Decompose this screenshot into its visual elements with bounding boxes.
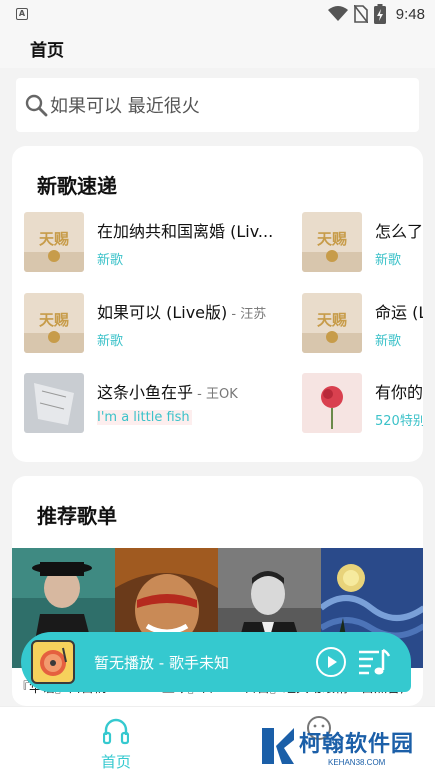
watermark-text: 柯翰软件园	[299, 732, 415, 757]
song-title: 有你的	[375, 383, 423, 402]
player-status-text: 暂无播放 - 歌手未知	[94, 654, 229, 672]
song-item[interactable]: 天赐 在加纳共和国离婚 (Liv... 新歌	[24, 212, 294, 274]
svg-text:天赐: 天赐	[317, 230, 347, 248]
play-icon[interactable]	[315, 646, 347, 678]
battery-charging-icon	[373, 4, 386, 24]
search-input[interactable]: 如果可以 最近很火	[50, 92, 200, 118]
song-tag: 新歌	[375, 334, 402, 349]
headphones-icon	[103, 718, 129, 745]
playlist-icon[interactable]	[357, 646, 391, 678]
song-cover: 天赐	[24, 212, 84, 272]
status-time: 9:48	[395, 5, 425, 23]
song-title: 命运 (L	[375, 303, 423, 322]
song-tag: 新歌	[97, 253, 124, 268]
song-title: 这条小鱼在乎 - 王OK	[97, 383, 238, 402]
app-notification-icon: A	[16, 8, 28, 20]
svg-text:天赐: 天赐	[39, 230, 69, 248]
watermark-logo-icon	[262, 728, 294, 764]
song-tag: 新歌	[375, 253, 402, 268]
song-title: 怎么了	[375, 222, 423, 241]
mini-player[interactable]: 暂无播放 - 歌手未知	[21, 632, 411, 692]
nav-home-label: 首页	[100, 753, 131, 771]
recommend-title: 推荐歌单	[37, 504, 117, 528]
song-item[interactable]: 有你的 520特别	[302, 373, 423, 435]
song-cover: 天赐	[302, 293, 362, 353]
turntable-icon	[31, 640, 75, 684]
song-item[interactable]: 天赐 怎么了 新歌	[302, 212, 423, 274]
new-songs-title: 新歌速递	[37, 174, 117, 198]
top-bar: 首页	[0, 30, 435, 68]
song-item[interactable]: 天赐 命运 (L 新歌	[302, 293, 423, 355]
song-tag: I'm a little fish	[97, 410, 192, 425]
search-bar[interactable]: 如果可以 最近很火	[16, 78, 419, 132]
page-title: 首页	[30, 41, 64, 61]
nav-home[interactable]: 首页	[93, 715, 139, 771]
song-cover: 天赐	[302, 212, 362, 272]
song-title: 如果可以 (Live版) - 汪苏	[97, 303, 267, 322]
wifi-icon	[327, 6, 348, 21]
song-item[interactable]: 天赐 如果可以 (Live版) - 汪苏 新歌	[24, 293, 294, 355]
svg-text:天赐: 天赐	[39, 311, 69, 329]
song-tag: 新歌	[97, 334, 124, 349]
song-cover: 天赐	[24, 293, 84, 353]
status-bar: A 9:48	[0, 0, 435, 30]
song-title: 在加纳共和国离婚 (Liv...	[97, 222, 274, 241]
watermark-subtext: KEHAN38.COM	[328, 758, 386, 767]
song-tag: 520特别	[375, 414, 423, 429]
svg-text:天赐: 天赐	[317, 311, 347, 329]
new-songs-card: 新歌速递 天赐 在加纳共和国离婚 (Liv... 新歌 天赐 怎么了 新歌 天赐…	[12, 146, 423, 462]
watermark: 柯翰软件园 KEHAN38.COM	[258, 722, 430, 770]
song-cover	[24, 373, 84, 433]
song-cover	[302, 373, 362, 433]
song-item[interactable]: 这条小鱼在乎 - 王OK I'm a little fish	[24, 373, 294, 435]
no-sim-icon	[353, 5, 368, 23]
status-icons: 9:48	[327, 4, 425, 24]
search-icon	[25, 94, 48, 117]
